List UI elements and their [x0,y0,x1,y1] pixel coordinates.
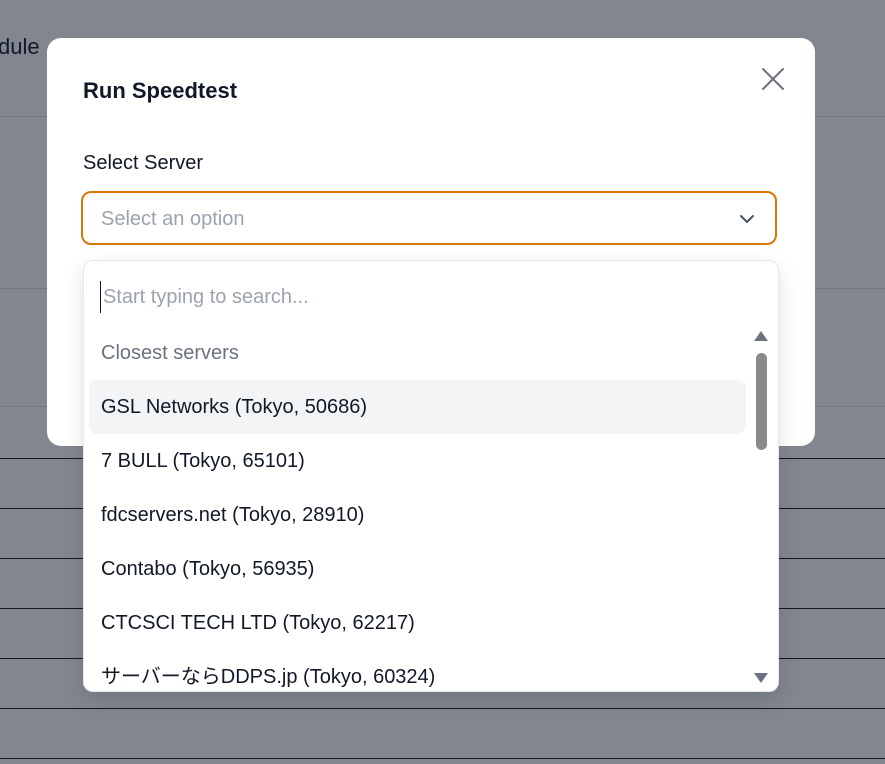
server-options-list: GSL Networks (Tokyo, 50686) 7 BULL (Toky… [89,380,746,691]
dropdown-scrollbar[interactable] [753,331,769,683]
scroll-up-arrow-icon[interactable] [754,331,768,341]
server-option[interactable]: GSL Networks (Tokyo, 50686) [89,380,746,434]
close-button[interactable] [758,64,788,94]
server-option[interactable]: サーバーならDDPS.jp (Tokyo, 60324) [89,650,746,691]
server-select[interactable]: Select an option [81,191,777,245]
server-option[interactable]: Contabo (Tokyo, 56935) [89,542,746,596]
scrollbar-thumb[interactable] [756,353,767,450]
chevron-down-icon [740,215,754,223]
group-label-closest-servers: Closest servers [101,342,239,364]
server-option[interactable]: CTCSCI TECH LTD (Tokyo, 62217) [89,596,746,650]
server-dropdown: Closest servers GSL Networks (Tokyo, 506… [83,260,779,692]
modal-title: Run Speedtest [83,78,238,103]
server-option[interactable]: fdcservers.net (Tokyo, 28910) [89,488,746,542]
scroll-down-arrow-icon[interactable] [754,673,768,683]
server-option[interactable]: 7 BULL (Tokyo, 65101) [89,434,746,488]
select-server-label: Select Server [83,152,204,174]
server-select-placeholder: Select an option [101,208,245,230]
server-search-input[interactable] [100,281,743,313]
close-icon [762,68,784,90]
page: dule Run Speedtest Select Server Select … [0,0,885,764]
